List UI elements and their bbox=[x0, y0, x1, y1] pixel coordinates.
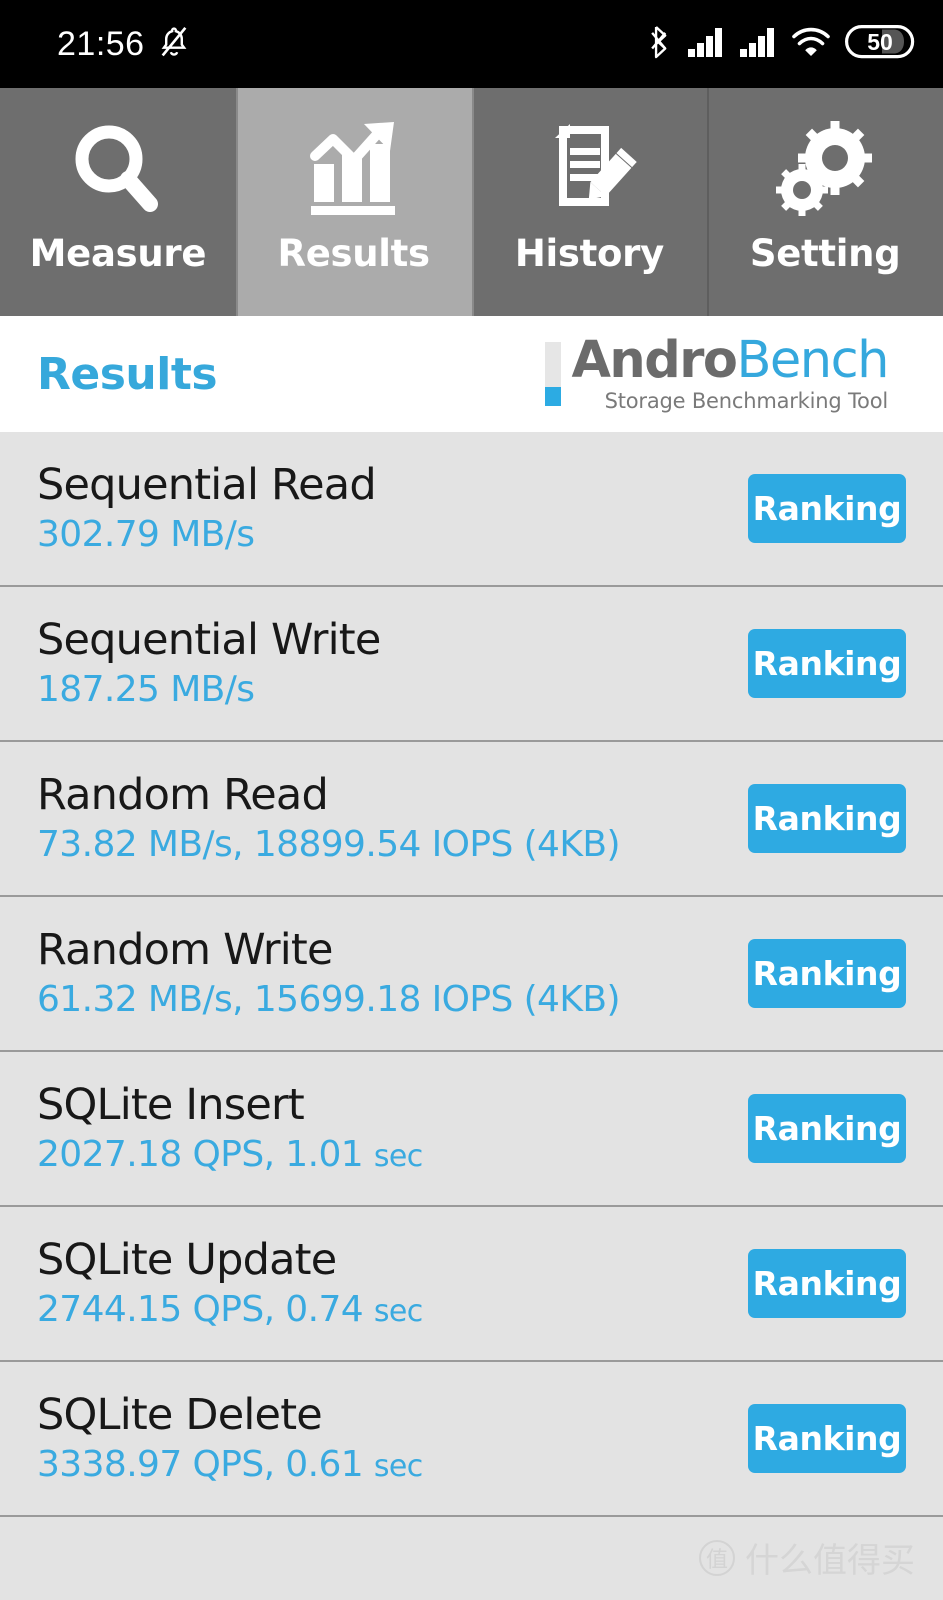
ranking-button[interactable]: Ranking bbox=[748, 939, 906, 1008]
ranking-button[interactable]: Ranking bbox=[748, 1404, 906, 1473]
table-row[interactable]: SQLite Insert 2027.18 QPS, 1.01 sec Rank… bbox=[0, 1052, 943, 1207]
table-row[interactable]: SQLite Delete 3338.97 QPS, 0.61 sec Rank… bbox=[0, 1362, 943, 1517]
bar-chart-arrow-icon bbox=[302, 114, 406, 226]
result-value: 187.25 MB/s bbox=[37, 668, 381, 712]
result-value: 3338.97 QPS, 0.61 sec bbox=[37, 1443, 423, 1487]
ranking-button[interactable]: Ranking bbox=[748, 629, 906, 698]
result-name: SQLite Insert bbox=[37, 1079, 305, 1130]
watermark-badge: 值 bbox=[699, 1539, 735, 1576]
status-clock: 21:56 bbox=[57, 24, 145, 63]
brand-logo: AndroBench Storage Benchmarking Tool bbox=[545, 335, 889, 413]
phone-screen: 21:56 50 Measure Results History Setting… bbox=[0, 0, 943, 1600]
battery-level-label: 50 bbox=[867, 28, 893, 55]
result-value-unit: sec bbox=[373, 1138, 423, 1174]
result-name: Sequential Write bbox=[37, 614, 381, 665]
brand-bar-icon bbox=[545, 341, 562, 406]
battery-icon: 50 bbox=[845, 24, 915, 64]
table-row[interactable]: Sequential Write 187.25 MB/s Ranking bbox=[0, 587, 943, 742]
brand-name: AndroBench bbox=[571, 335, 889, 386]
result-name: SQLite Update bbox=[37, 1234, 337, 1285]
result-value-main: 302.79 MB/s bbox=[37, 513, 255, 555]
tab-history-label: History bbox=[514, 232, 664, 275]
tab-results[interactable]: Results bbox=[235, 88, 472, 316]
brand-name-primary: Andro bbox=[571, 330, 737, 390]
result-value-unit: sec bbox=[373, 1293, 423, 1329]
ranking-button[interactable]: Ranking bbox=[748, 784, 906, 853]
result-value: 73.82 MB/s, 18899.54 IOPS (4KB) bbox=[37, 823, 621, 867]
signal-bars-2-icon bbox=[739, 27, 777, 61]
result-value: 2744.15 QPS, 0.74 sec bbox=[37, 1288, 423, 1332]
result-value: 302.79 MB/s bbox=[37, 513, 376, 557]
brand-tagline: Storage Benchmarking Tool bbox=[604, 388, 889, 413]
result-value-unit: sec bbox=[373, 1448, 423, 1484]
result-value: 61.32 MB/s, 15699.18 IOPS (4KB) bbox=[37, 978, 621, 1022]
table-row[interactable]: Random Read 73.82 MB/s, 18899.54 IOPS (4… bbox=[0, 742, 943, 897]
watermark: 值 什么值得买 bbox=[699, 1533, 915, 1582]
result-value-main: 73.82 MB/s, 18899.54 IOPS (4KB) bbox=[37, 823, 621, 865]
table-row[interactable]: Sequential Read 302.79 MB/s Ranking bbox=[0, 432, 943, 587]
page-header: Results AndroBench Storage Benchmarking … bbox=[0, 316, 943, 432]
tab-results-label: Results bbox=[277, 232, 431, 275]
tab-history[interactable]: History bbox=[471, 88, 708, 316]
tab-setting-label: Setting bbox=[749, 232, 901, 275]
brand-name-secondary: Bench bbox=[736, 330, 889, 390]
ranking-button[interactable]: Ranking bbox=[748, 1094, 906, 1163]
tab-measure-label: Measure bbox=[29, 232, 207, 275]
status-bar-right: 50 bbox=[647, 24, 915, 64]
result-name: Random Read bbox=[37, 769, 329, 820]
status-bar: 21:56 50 bbox=[0, 0, 943, 88]
gears-icon bbox=[773, 114, 877, 226]
ranking-button[interactable]: Ranking bbox=[748, 1249, 906, 1318]
tab-measure[interactable]: Measure bbox=[0, 88, 236, 316]
document-pencil-icon bbox=[537, 114, 641, 226]
status-bar-left: 21:56 bbox=[57, 25, 191, 64]
magnifier-icon bbox=[66, 114, 170, 226]
table-row[interactable]: SQLite Update 2744.15 QPS, 0.74 sec Rank… bbox=[0, 1207, 943, 1362]
wifi-icon bbox=[791, 27, 831, 61]
result-name: SQLite Delete bbox=[37, 1389, 323, 1440]
page-title: Results bbox=[37, 348, 218, 400]
bell-mute-icon bbox=[157, 25, 191, 63]
result-value-main: 2027.18 QPS, 1.01 bbox=[37, 1133, 374, 1175]
results-list: Sequential Read 302.79 MB/s Ranking Sequ… bbox=[0, 432, 943, 1600]
result-value-main: 3338.97 QPS, 0.61 bbox=[37, 1443, 374, 1485]
table-row[interactable]: Random Write 61.32 MB/s, 15699.18 IOPS (… bbox=[0, 897, 943, 1052]
signal-bars-icon bbox=[687, 27, 725, 61]
result-name: Random Write bbox=[37, 924, 333, 975]
tab-setting[interactable]: Setting bbox=[707, 88, 943, 316]
bluetooth-icon bbox=[647, 25, 673, 63]
result-name: Sequential Read bbox=[37, 459, 377, 510]
tab-bar: Measure Results History Setting bbox=[0, 88, 943, 316]
result-value: 2027.18 QPS, 1.01 sec bbox=[37, 1133, 423, 1177]
result-value-main: 2744.15 QPS, 0.74 bbox=[37, 1288, 374, 1330]
watermark-text: 什么值得买 bbox=[745, 1541, 915, 1581]
ranking-button[interactable]: Ranking bbox=[748, 474, 906, 543]
result-value-main: 61.32 MB/s, 15699.18 IOPS (4KB) bbox=[37, 978, 621, 1020]
result-value-main: 187.25 MB/s bbox=[37, 668, 255, 710]
